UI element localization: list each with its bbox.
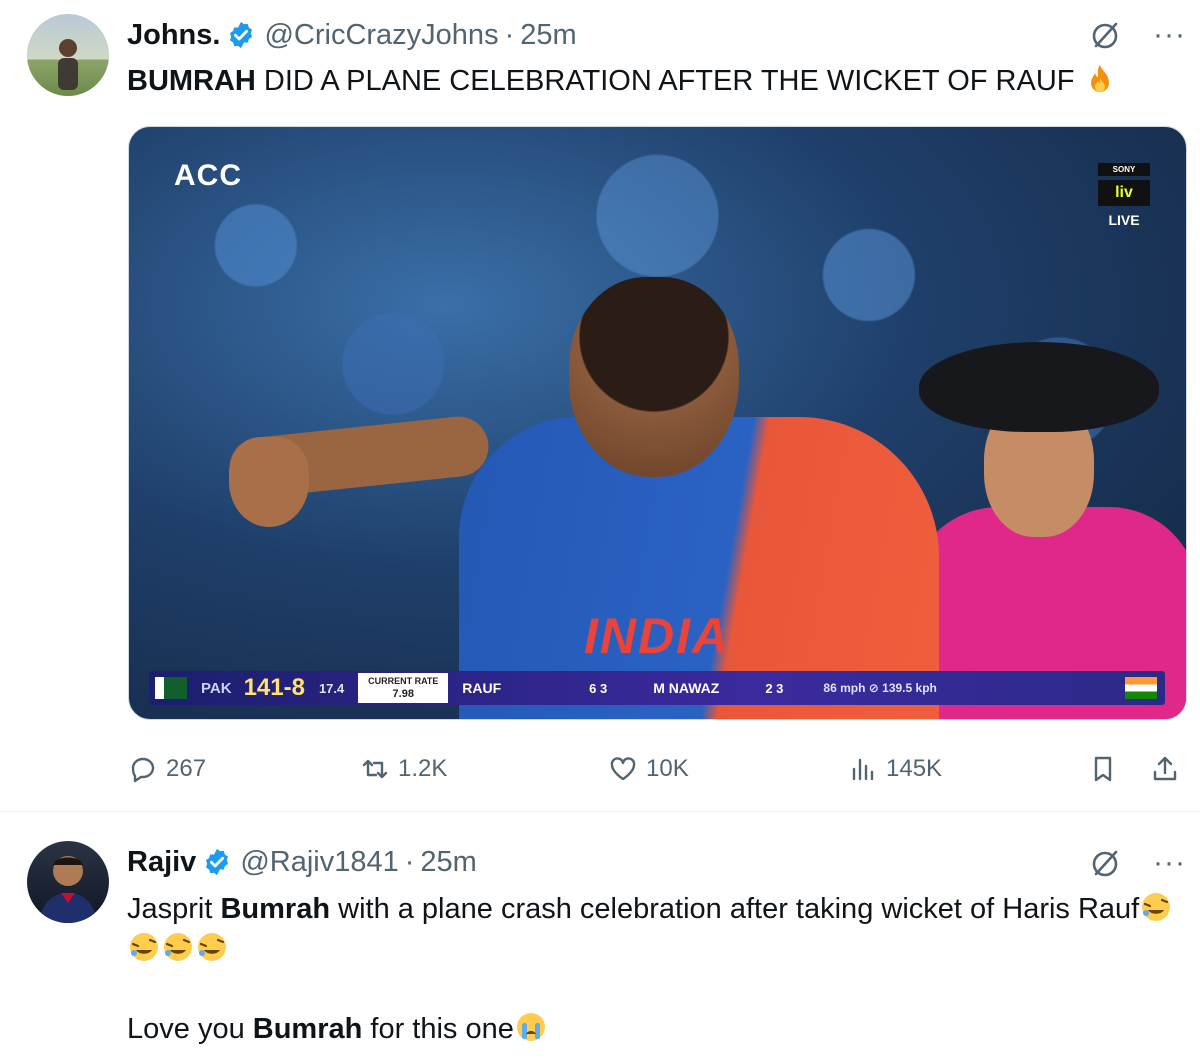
header-separator: · xyxy=(404,845,415,878)
tweet-top-actions: ··· xyxy=(1089,18,1186,52)
repost-count: 1.2K xyxy=(398,755,448,782)
repost-button[interactable]: 1.2K xyxy=(360,748,447,790)
author-name[interactable]: Johns. xyxy=(127,19,220,52)
tweet-text: Jasprit Bumrah with a plane crash celebr… xyxy=(127,889,1177,1049)
scoreboard-batter-1-runs: 6 3 xyxy=(589,680,608,696)
tweet-text-paragraph-2: Love you Bumrah for this one xyxy=(127,1009,1177,1049)
grok-icon[interactable] xyxy=(1089,18,1123,52)
avatar-person-icon xyxy=(39,856,97,923)
scoreboard-batter-2: M NAWAZ xyxy=(653,680,720,696)
scoreboard-bar: PAK 141-8 17.4 CURRENT RATE 7.98 RAUF 6 … xyxy=(149,671,1165,705)
bookmark-icon xyxy=(1094,756,1112,782)
like-button[interactable]: 10K xyxy=(608,748,689,790)
acc-logo: ACC xyxy=(174,159,242,192)
live-indicator: LIVE xyxy=(1108,212,1140,228)
tweet-top-actions: ··· xyxy=(1089,846,1186,880)
more-options-icon[interactable]: ··· xyxy=(1153,848,1186,878)
player-head xyxy=(569,277,739,477)
author-handle[interactable]: @CricCrazyJohns xyxy=(264,19,498,52)
views-count: 145K xyxy=(886,755,943,782)
scoreboard-batter-1: RAUF xyxy=(462,680,502,696)
views-chart-icon xyxy=(852,758,874,781)
player-hand xyxy=(229,437,309,527)
tweet-timestamp[interactable]: 25m xyxy=(520,19,576,52)
tweet-text-segment: with a plane crash celebration after tak… xyxy=(330,893,1140,925)
tweet-text-bold: Bumrah xyxy=(252,1013,363,1045)
liv-logo-text: liv xyxy=(1098,180,1150,206)
scoreboard-score: 141-8 xyxy=(243,674,305,701)
tweet-text-segment: Love you xyxy=(127,1013,253,1045)
scoreboard-batter-2-runs: 2 3 xyxy=(765,680,784,696)
scoreboard-team: PAK xyxy=(201,679,232,697)
tweet-timestamp[interactable]: 25m xyxy=(420,846,476,879)
avatar-person-icon xyxy=(58,39,78,90)
fire-emoji-icon xyxy=(1090,65,1109,92)
tweet-text: BUMRAH DID A PLANE CELEBRATION AFTER THE… xyxy=(127,61,1117,101)
repost-icon xyxy=(362,759,388,779)
scoreboard-overs: 17.4 xyxy=(318,680,345,696)
rofl-emoji-icon xyxy=(1142,893,1171,921)
crying-emoji-icon xyxy=(516,1013,545,1041)
pakistan-flag-icon xyxy=(155,677,187,699)
sony-liv-logo: SONY liv LIVE xyxy=(1098,163,1150,228)
like-count: 10K xyxy=(646,755,689,782)
grok-icon[interactable] xyxy=(1089,846,1123,880)
engagement-bar: 267 1.2K 10K 145K xyxy=(128,748,1187,790)
bookmark-button[interactable] xyxy=(1088,748,1118,790)
sony-logo-text: SONY xyxy=(1098,163,1150,176)
tweet-text-segment: for this one xyxy=(362,1013,514,1045)
author-avatar[interactable] xyxy=(27,841,109,923)
verified-badge-icon xyxy=(230,21,253,49)
run-rate-value: 7.98 xyxy=(392,688,414,700)
tweet-text-segment: Jasprit xyxy=(127,893,221,925)
scoreboard-run-rate: CURRENT RATE 7.98 xyxy=(358,673,449,703)
rofl-emoji-icon xyxy=(130,933,158,961)
tweet-card[interactable]: Rajiv @Rajiv1841 · 25m ··· Jasprit Bumra… xyxy=(0,813,1200,1063)
reply-button[interactable]: 267 xyxy=(128,748,206,790)
tweet-text-bold: Bumrah xyxy=(220,893,331,925)
share-button[interactable] xyxy=(1150,748,1180,790)
run-rate-label: CURRENT RATE xyxy=(368,676,439,686)
reply-count: 267 xyxy=(166,755,207,782)
jersey-text: INDIA xyxy=(584,608,731,664)
author-handle[interactable]: @Rajiv1841 xyxy=(240,846,398,879)
tweet-text-paragraph-1: Jasprit Bumrah with a plane crash celebr… xyxy=(127,889,1177,969)
views-button[interactable]: 145K xyxy=(848,748,942,790)
header-separator: · xyxy=(504,18,515,51)
tweet-header: Rajiv @Rajiv1841 · 25m xyxy=(127,842,477,882)
author-avatar[interactable] xyxy=(27,14,109,96)
tweet-text-bold: BUMRAH xyxy=(127,65,256,97)
tweet-card[interactable]: Johns. @CricCrazyJohns · 25m ··· BUMRAH … xyxy=(0,0,1200,812)
reply-icon xyxy=(131,757,155,783)
tweet-header: Johns. @CricCrazyJohns · 25m xyxy=(127,15,577,55)
rofl-emoji-icon xyxy=(164,933,192,961)
umpire-hat xyxy=(919,342,1159,432)
tweet-video[interactable]: INDIA ACC SONY liv LIVE PAK 141-8 17.4 C… xyxy=(128,126,1187,720)
more-options-icon[interactable]: ··· xyxy=(1153,20,1186,50)
heart-icon xyxy=(610,757,636,781)
india-flag-icon xyxy=(1125,677,1157,699)
tweet-text-body: DID A PLANE CELEBRATION AFTER THE WICKET… xyxy=(255,65,1075,97)
verified-badge-icon xyxy=(206,848,229,876)
author-name[interactable]: Rajiv xyxy=(127,846,196,879)
scoreboard-ball-speed: 86 mph ⊘ 139.5 kph xyxy=(823,681,937,695)
share-icon xyxy=(1153,756,1177,781)
rofl-emoji-icon xyxy=(198,933,226,961)
